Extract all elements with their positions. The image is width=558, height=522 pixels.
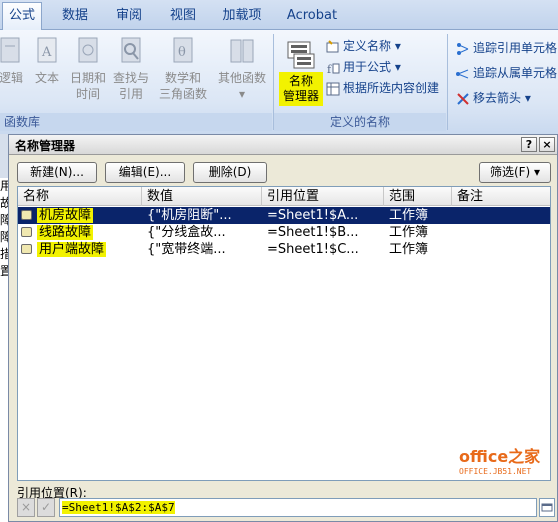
- svg-text:f: f: [327, 63, 332, 75]
- names-list: 名称 数值 引用位置 范围 备注 机房故障 {"机房阻断"... =Sheet1…: [17, 186, 551, 481]
- table-row[interactable]: 机房故障 {"机房阻断"... =Sheet1!$A... 工作簿: [18, 207, 550, 224]
- more-functions-button[interactable]: 其他函数 ▾: [214, 36, 270, 108]
- lookup-icon: [121, 37, 141, 63]
- chevron-down-icon: ▾: [530, 165, 541, 179]
- svg-text:θ: θ: [178, 45, 186, 60]
- range-picker-icon: [541, 503, 553, 512]
- tab-addins[interactable]: 加载项: [214, 5, 270, 30]
- refers-to-input[interactable]: =Sheet1!$A$2:$A$7: [59, 498, 537, 517]
- new-name-button[interactable]: 新建(N)...: [17, 162, 97, 183]
- trace-dependents-icon: [456, 69, 469, 78]
- table-row[interactable]: 用户端故障 {"宽带终端... =Sheet1!$C... 工作簿: [18, 241, 550, 258]
- math-icon: θ: [173, 37, 193, 63]
- named-range-icon: [21, 244, 32, 254]
- tab-review[interactable]: 审阅: [106, 5, 152, 30]
- remove-arrows-button[interactable]: 移去箭头 ▾: [456, 88, 531, 108]
- math-trig-button[interactable]: θ 数学和 三角函数: [158, 36, 208, 108]
- name-manager-button[interactable]: 名称 管理器: [279, 36, 323, 106]
- confirm-edit-button[interactable]: ✓: [37, 498, 55, 517]
- ribbon-tabs: 公式 数据 审阅 视图 加载项 Acrobat: [0, 0, 558, 31]
- edit-name-button[interactable]: 编辑(E)...: [105, 162, 185, 183]
- trace-precedents-icon: [457, 42, 469, 55]
- defined-names-group-label: 定义的名称: [274, 113, 446, 131]
- dialog-title: 名称管理器: [15, 139, 76, 153]
- name-manager-dialog: 名称管理器 ? × 新建(N)... 编辑(E)... 删除(D) 筛选(F) …: [8, 134, 558, 522]
- group-separator: [447, 34, 448, 130]
- column-header-scope[interactable]: 范围: [384, 187, 452, 206]
- chevron-down-icon: ▾: [391, 39, 401, 53]
- define-name-button[interactable]: 定义名称 ▾: [326, 36, 401, 56]
- ribbon: 公式 数据 审阅 视图 加载项 Acrobat 逻辑 A 文本 日期和 时间 查…: [0, 0, 558, 134]
- list-header: 名称 数值 引用位置 范围 备注: [18, 187, 550, 206]
- lookup-reference-button[interactable]: 查找与 引用: [110, 36, 152, 108]
- range-picker-button[interactable]: [539, 498, 555, 517]
- named-range-icon: [21, 210, 32, 220]
- column-header-comment[interactable]: 备注: [452, 187, 550, 206]
- column-header-name[interactable]: 名称: [18, 187, 142, 206]
- tab-data[interactable]: 数据: [52, 5, 98, 30]
- tab-acrobat[interactable]: Acrobat: [282, 5, 342, 30]
- column-header-value[interactable]: 数值: [142, 187, 262, 206]
- use-in-formula-button[interactable]: f 用于公式 ▾: [326, 57, 401, 77]
- table-row[interactable]: 线路故障 {"分线盒故... =Sheet1!$B... 工作簿: [18, 224, 550, 241]
- text-icon: A: [37, 37, 57, 63]
- name-manager-icon: [287, 41, 315, 69]
- trace-precedents-button[interactable]: 追踪引用单元格: [456, 38, 557, 58]
- date-time-icon: [78, 37, 98, 63]
- trace-dependents-button[interactable]: 追踪从属单元格: [456, 63, 557, 83]
- logic-icon: [0, 37, 20, 63]
- column-header-refers-to[interactable]: 引用位置: [262, 187, 384, 206]
- delete-name-button[interactable]: 删除(D): [193, 162, 267, 183]
- filter-button[interactable]: 筛选(F) ▾: [479, 162, 551, 183]
- svg-text:A: A: [41, 45, 52, 60]
- dialog-titlebar: 名称管理器 ? ×: [9, 135, 557, 155]
- define-name-icon: [326, 39, 339, 52]
- date-time-button[interactable]: 日期和 时间: [67, 36, 109, 108]
- remove-arrows-icon: [457, 92, 469, 105]
- dropdown-arrow: ▾: [238, 87, 246, 101]
- create-from-selection-icon: [326, 82, 340, 95]
- chevron-down-icon: ▾: [391, 60, 401, 74]
- help-button[interactable]: ?: [521, 137, 537, 152]
- use-in-formula-icon: f: [327, 63, 340, 75]
- close-button[interactable]: ×: [539, 137, 555, 152]
- text-button[interactable]: A 文本: [26, 36, 68, 108]
- tab-view[interactable]: 视图: [160, 5, 206, 30]
- tab-formulas[interactable]: 公式: [2, 2, 42, 31]
- site-watermark: office之家 OFFICE.JB51.NET: [459, 447, 541, 476]
- chevron-down-icon: ▾: [521, 91, 531, 105]
- more-functions-icon: [230, 39, 254, 63]
- create-from-selection-button[interactable]: 根据所选内容创建: [326, 78, 439, 98]
- cancel-edit-button[interactable]: ×: [17, 498, 35, 517]
- function-library-group-label: 函数库: [0, 113, 272, 131]
- named-range-icon: [21, 227, 32, 237]
